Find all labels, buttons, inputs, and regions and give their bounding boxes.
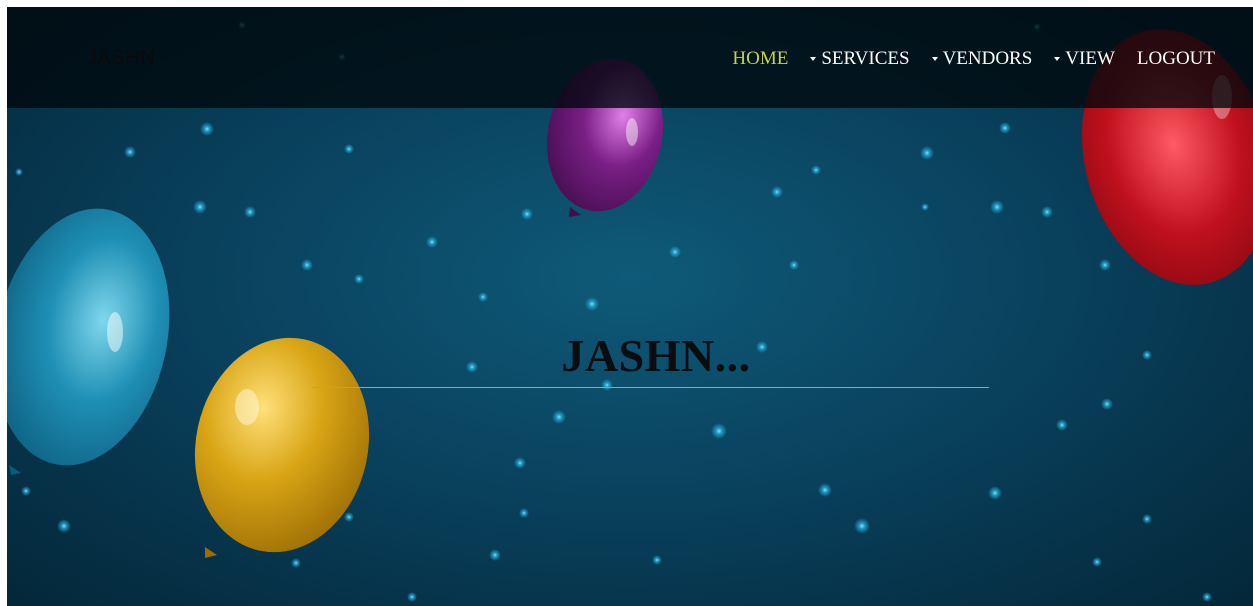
main-nav: HOME SERVICES VENDORS VIEW LOGOUT — [732, 48, 1215, 70]
nav-services-label: SERVICES — [821, 48, 910, 69]
page-background: JASHN HOME SERVICES VENDORS VIEW LOGOUT … — [7, 7, 1253, 606]
nav-logout-label: LOGOUT — [1136, 48, 1215, 69]
nav-services[interactable]: SERVICES — [810, 48, 910, 70]
caret-down-icon — [931, 57, 938, 61]
nav-logout[interactable]: LOGOUT — [1137, 48, 1215, 70]
caret-down-icon — [810, 57, 817, 61]
nav-home-label: HOME — [732, 48, 789, 69]
nav-vendors-label: VENDORS — [942, 48, 1033, 69]
top-navbar: JASHN HOME SERVICES VENDORS VIEW LOGOUT — [7, 7, 1253, 108]
nav-view-label: VIEW — [1065, 48, 1115, 69]
nav-home[interactable]: HOME — [732, 48, 788, 70]
brand-logo[interactable]: JASHN — [87, 47, 155, 70]
nav-view[interactable]: VIEW — [1054, 48, 1115, 70]
hero-title: JASHN... — [561, 330, 751, 381]
nav-vendors[interactable]: VENDORS — [931, 48, 1033, 70]
hero-divider — [312, 387, 989, 388]
caret-down-icon — [1054, 57, 1061, 61]
